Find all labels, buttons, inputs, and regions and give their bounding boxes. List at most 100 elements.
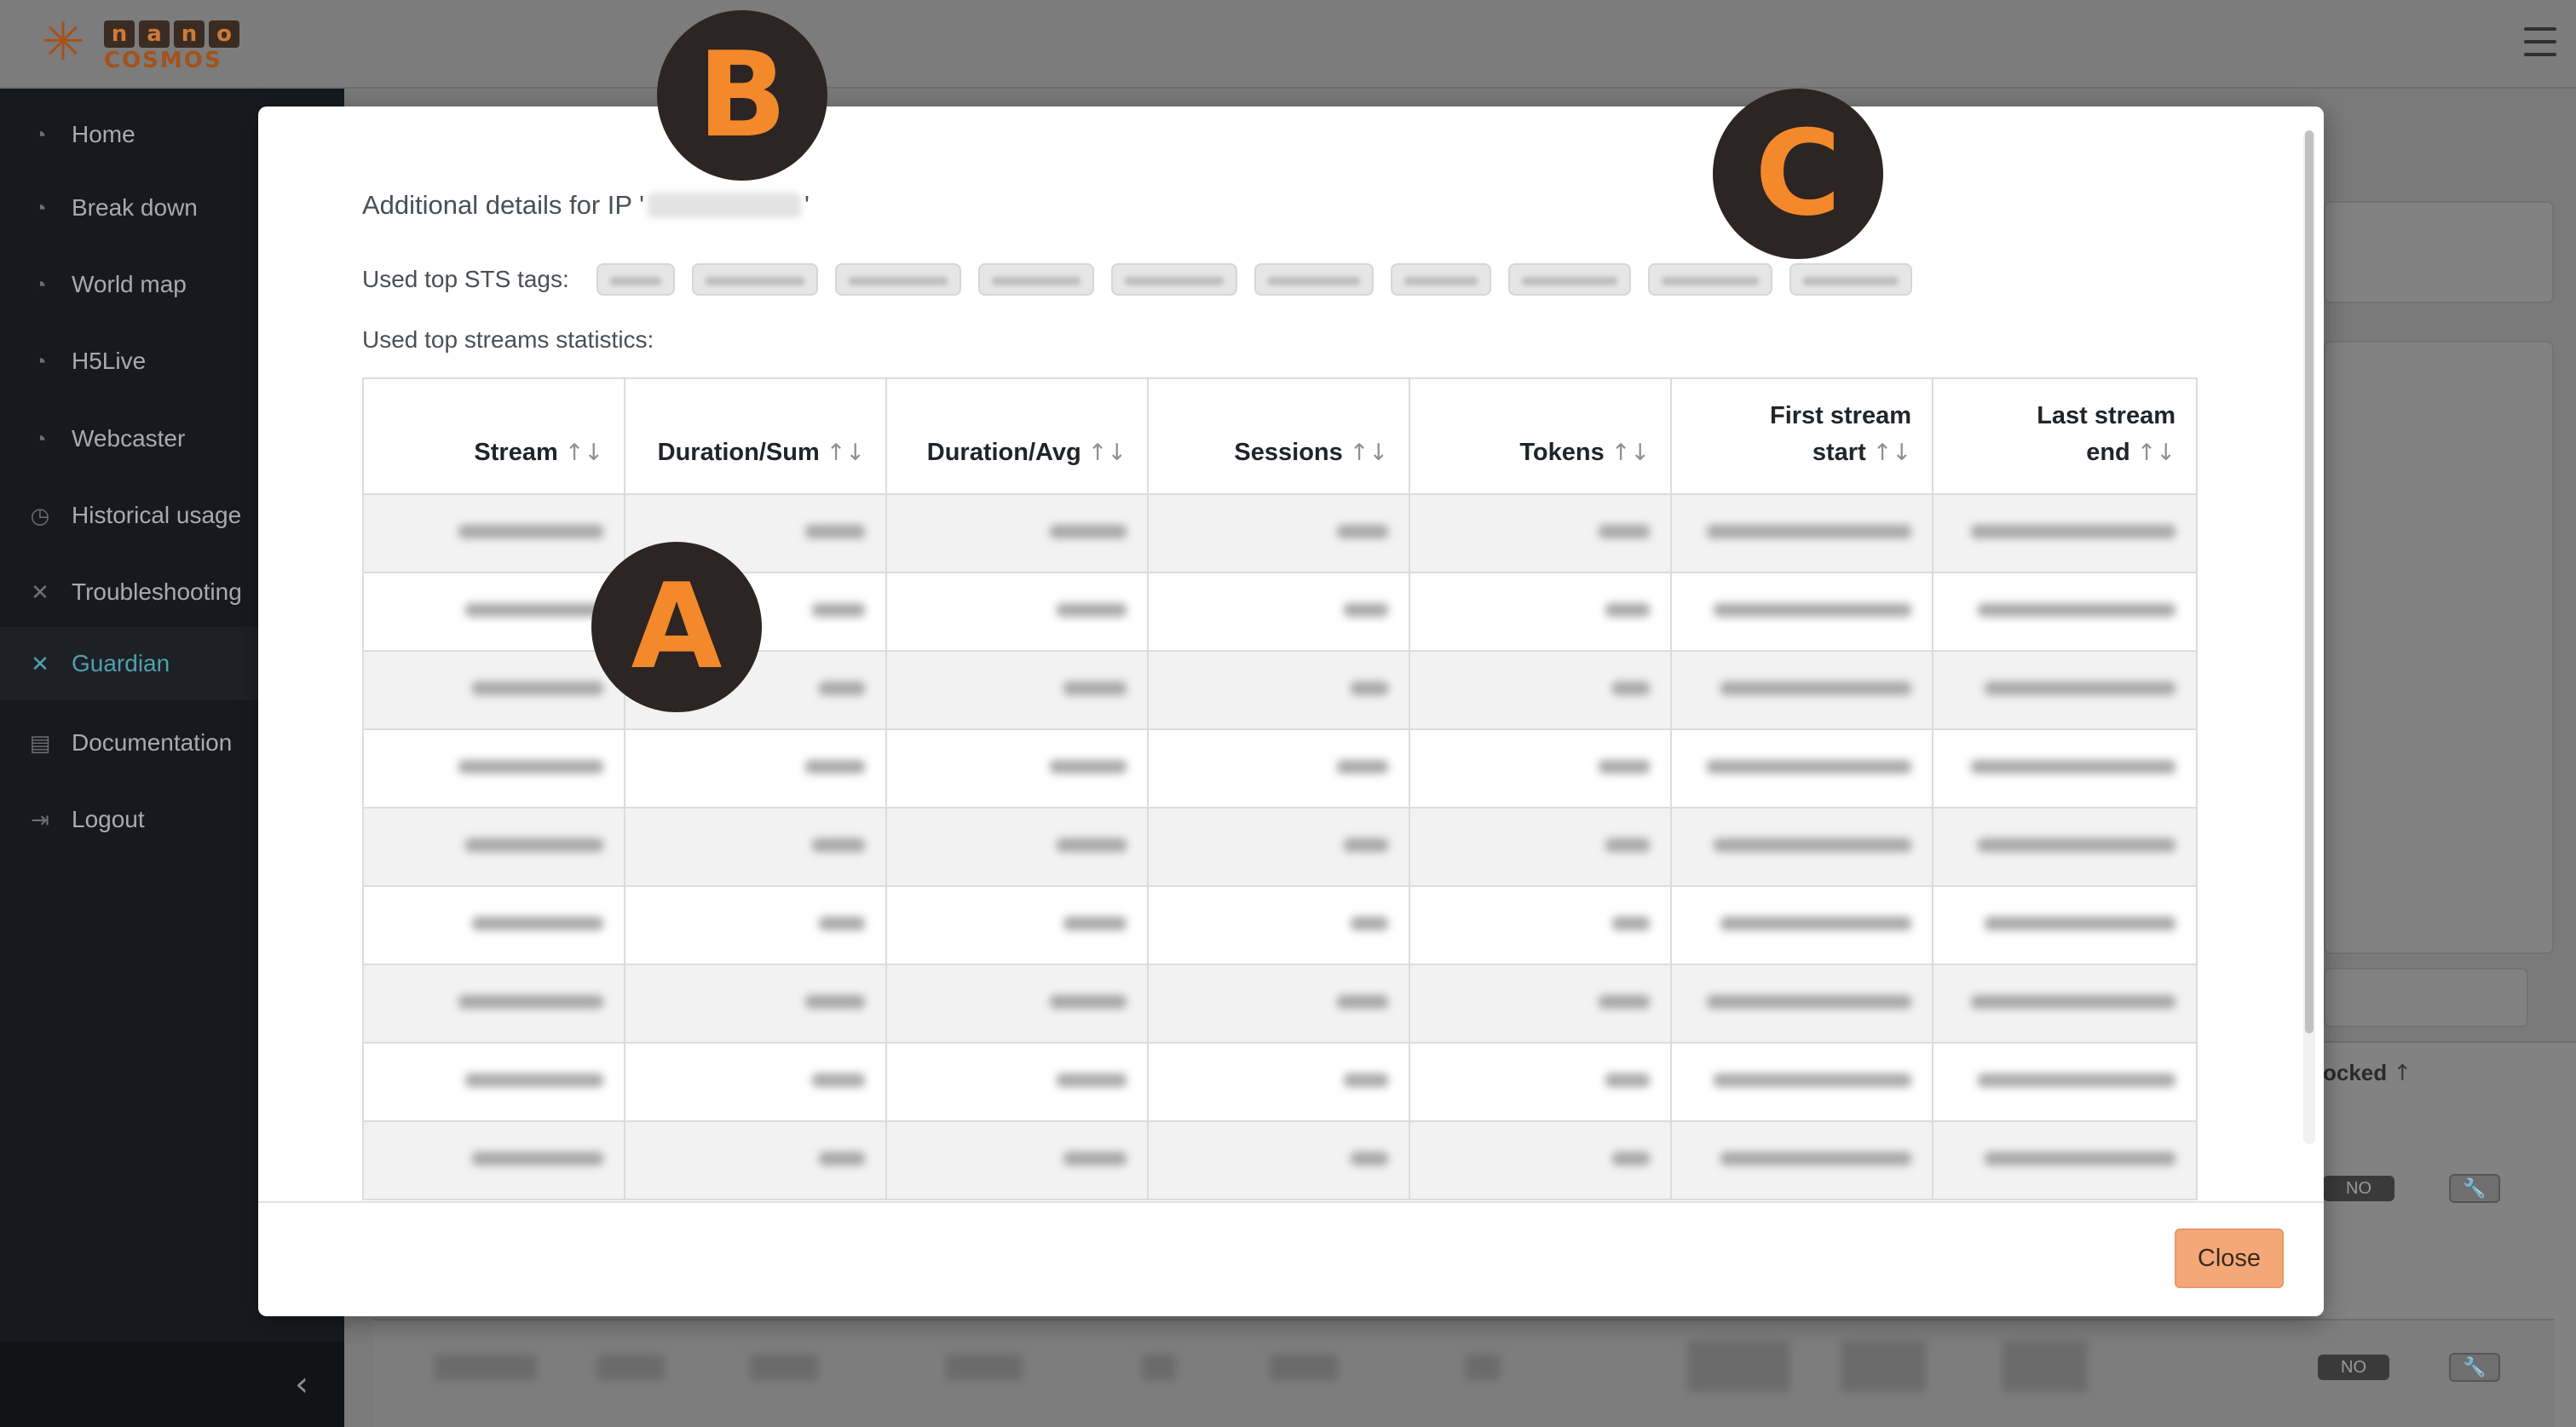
cell-first-stream-start bbox=[1670, 493, 1933, 573]
column-header-stream[interactable]: Stream ↑↓ bbox=[362, 377, 625, 495]
redacted-value bbox=[1612, 1151, 1650, 1165]
redacted-value bbox=[1978, 837, 2175, 852]
redacted-value bbox=[472, 1151, 603, 1165]
top-bar: ✳ n a n o COSMOS bbox=[0, 0, 2576, 89]
cell-first-stream-start bbox=[1670, 1120, 1933, 1200]
cell-last-stream-end bbox=[1932, 964, 2198, 1044]
blurred-cell bbox=[946, 1355, 1023, 1380]
logo-letter: o bbox=[209, 20, 239, 48]
cell-stream bbox=[362, 572, 625, 652]
cell-last-stream-end bbox=[1932, 807, 2198, 887]
column-header-duration-sum[interactable]: Duration/Sum ↑↓ bbox=[624, 377, 887, 495]
redacted-value bbox=[1599, 524, 1650, 538]
sort-arrows-icon[interactable]: ↑↓ bbox=[827, 440, 865, 466]
nanocosmos-logo[interactable]: ✳ n a n o COSMOS bbox=[41, 15, 239, 72]
sort-arrows-icon[interactable]: ↑↓ bbox=[1611, 440, 1650, 466]
redacted-value bbox=[819, 1151, 865, 1165]
logout-icon: ⇥ bbox=[31, 806, 49, 832]
scrollbar-thumb[interactable] bbox=[2305, 130, 2314, 1033]
modal-title: Additional details for IP ' ' bbox=[362, 190, 810, 221]
collapse-sidebar-chevron-icon[interactable]: ‹ bbox=[285, 1364, 319, 1405]
status-badge: NO bbox=[2318, 1355, 2389, 1380]
blurred-cell bbox=[596, 1355, 665, 1380]
cell-stream bbox=[362, 1120, 625, 1200]
redacted-value bbox=[1057, 602, 1127, 617]
cell-first-stream-start bbox=[1670, 1042, 1933, 1122]
cell-stream bbox=[362, 1042, 625, 1122]
redacted-value bbox=[1337, 524, 1388, 538]
redacted-value bbox=[1050, 759, 1127, 774]
redacted-value bbox=[1599, 994, 1650, 1009]
title-suffix: ' bbox=[804, 190, 810, 220]
gauge-icon: ◔ bbox=[33, 348, 47, 374]
cell-tokens bbox=[1409, 807, 1672, 887]
annotation-marker-a: A bbox=[591, 542, 762, 712]
logo-letter: n bbox=[104, 20, 135, 48]
cell-last-stream-end bbox=[1932, 650, 2198, 730]
wrench-icon[interactable]: 🔧 bbox=[2449, 1353, 2500, 1382]
column-header-tokens[interactable]: Tokens ↑↓ bbox=[1409, 377, 1672, 495]
column-header-first-stream-start[interactable]: First stream start ↑↓ bbox=[1670, 377, 1933, 495]
background-table-row bbox=[373, 1319, 2555, 1427]
sidebar-item-label: Webcaster bbox=[72, 425, 186, 452]
sort-arrows-icon[interactable]: ↑↓ bbox=[565, 440, 603, 466]
sort-arrows-icon[interactable]: ↑↓ bbox=[1873, 440, 1911, 466]
redacted-value bbox=[1714, 1073, 1911, 1087]
redacted-value bbox=[1720, 1151, 1911, 1165]
table-row bbox=[362, 885, 2198, 965]
wrench-icon[interactable]: 🔧 bbox=[2449, 1174, 2500, 1203]
gauge-icon: ◔ bbox=[33, 271, 47, 297]
sort-arrows-icon[interactable]: ↑↓ bbox=[2137, 440, 2175, 466]
close-button[interactable]: Close bbox=[2175, 1228, 2284, 1288]
cell-sessions bbox=[1147, 1042, 1410, 1122]
redacted-value bbox=[1707, 759, 1911, 774]
sort-arrows-icon[interactable]: ↑↓ bbox=[1350, 440, 1388, 466]
cell-duration-sum bbox=[624, 1120, 887, 1200]
logo-letter: a bbox=[139, 20, 170, 48]
cell-stream bbox=[362, 728, 625, 808]
sidebar-item-label: Home bbox=[72, 121, 135, 147]
modal-footer: Close bbox=[258, 1201, 2324, 1316]
title-prefix: Additional details for IP ' bbox=[362, 190, 645, 220]
redacted-value bbox=[812, 1073, 865, 1087]
cell-duration-sum bbox=[624, 964, 887, 1044]
cell-last-stream-end bbox=[1932, 728, 2198, 808]
redacted-value bbox=[819, 916, 865, 930]
cell-tokens bbox=[1409, 885, 1672, 965]
cell-sessions bbox=[1147, 964, 1410, 1044]
column-header-last-stream-end[interactable]: Last stream end ↑↓ bbox=[1932, 377, 2198, 495]
redacted-value bbox=[458, 524, 603, 538]
redacted-ip bbox=[648, 193, 802, 218]
column-header-duration-avg[interactable]: Duration/Avg ↑↓ bbox=[885, 377, 1149, 495]
sts-tag bbox=[1390, 263, 1491, 296]
modal-scrollbar[interactable] bbox=[2303, 130, 2315, 1144]
redacted-value bbox=[472, 916, 603, 930]
sort-arrow-icon: ↑ bbox=[2393, 1061, 2412, 1086]
sort-arrows-icon[interactable]: ↑↓ bbox=[1088, 440, 1127, 466]
sidebar-footer: ‹ bbox=[0, 1342, 344, 1427]
redacted-value bbox=[465, 602, 603, 617]
cell-tokens bbox=[1409, 493, 1672, 573]
cell-duration-avg bbox=[885, 728, 1149, 808]
gauge-icon: ◔ bbox=[33, 194, 47, 221]
sidebar-item-label: H5Live bbox=[72, 348, 147, 374]
redacted-value bbox=[1612, 681, 1650, 695]
cell-first-stream-start bbox=[1670, 807, 1933, 887]
cell-duration-avg bbox=[885, 964, 1149, 1044]
guardian-icon: ✕ bbox=[31, 650, 49, 676]
redacted-value bbox=[1605, 837, 1650, 852]
hamburger-menu-icon[interactable] bbox=[2524, 27, 2556, 56]
redacted-value bbox=[1351, 681, 1388, 695]
redacted-value bbox=[1985, 1151, 2175, 1165]
redacted-value bbox=[1063, 681, 1127, 695]
cell-sessions bbox=[1147, 1120, 1410, 1200]
redacted-value bbox=[458, 759, 603, 774]
sts-tag bbox=[1647, 263, 1772, 296]
column-header-sessions[interactable]: Sessions ↑↓ bbox=[1147, 377, 1410, 495]
redacted-value bbox=[819, 681, 865, 695]
cell-duration-avg bbox=[885, 1120, 1149, 1200]
sidebar-item-label: Documentation bbox=[72, 729, 233, 756]
redacted-value bbox=[805, 759, 865, 774]
redacted-value bbox=[1344, 837, 1388, 852]
redacted-value bbox=[1605, 602, 1650, 617]
